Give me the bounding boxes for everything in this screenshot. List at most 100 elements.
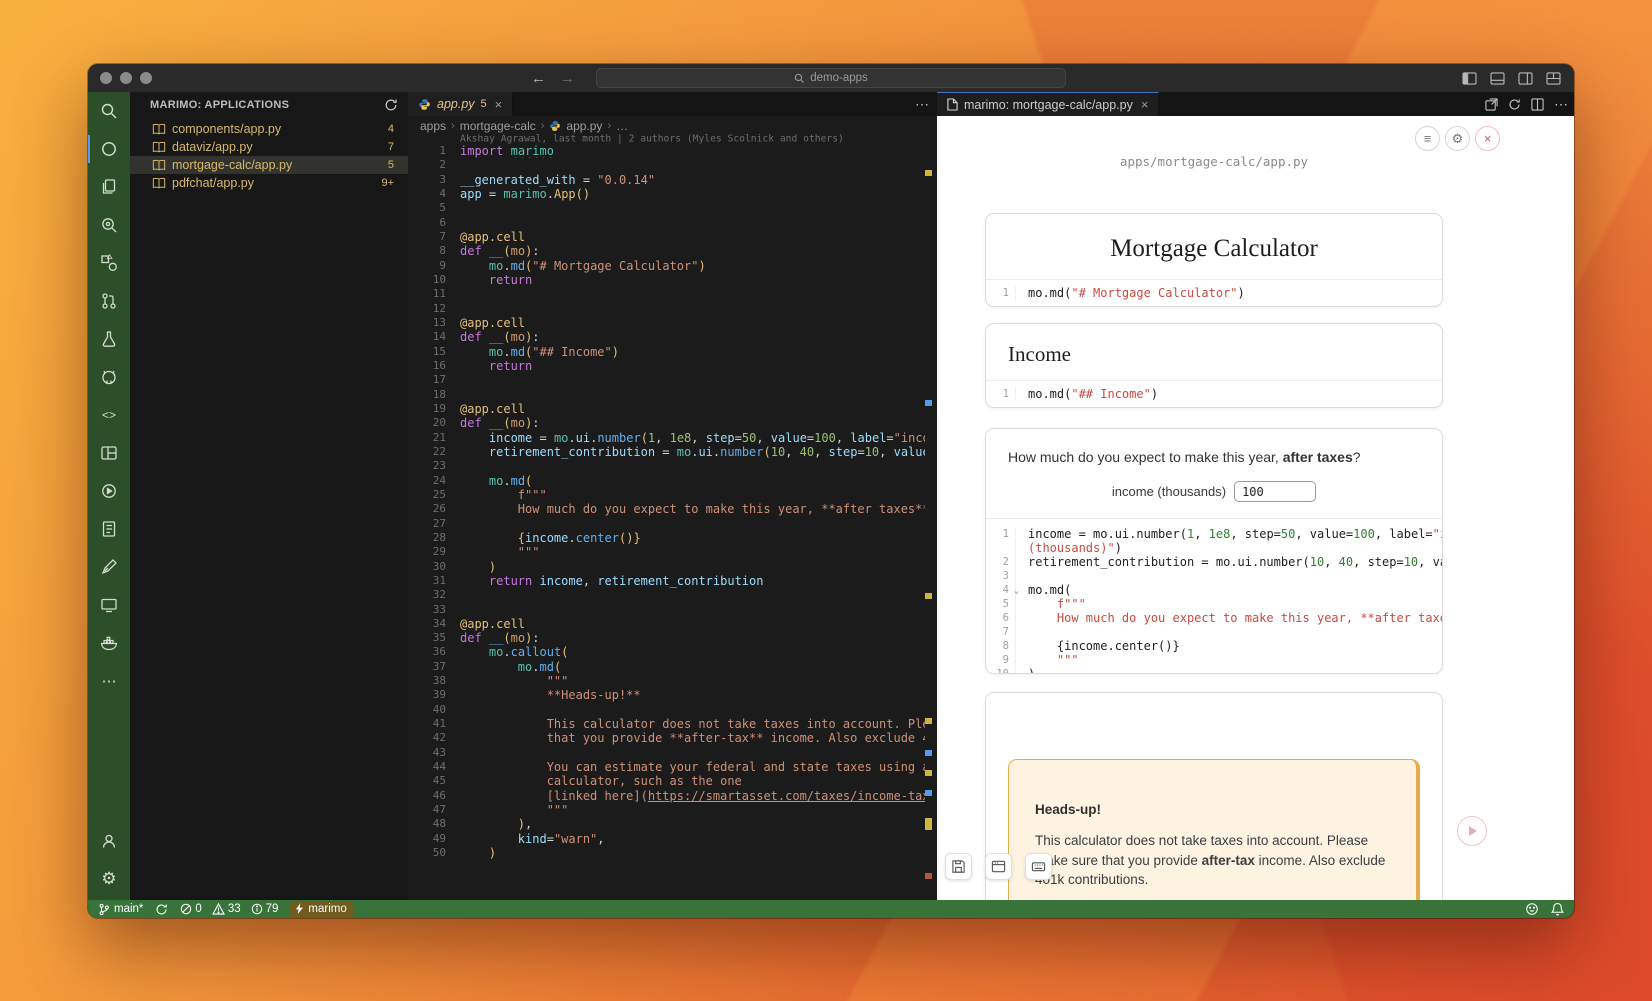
code-editor[interactable]: 1import marimo23__generated_with = "0.0.…	[408, 144, 937, 900]
gear-icon[interactable]: ⚙	[1445, 126, 1470, 151]
sidebar-app-item[interactable]: dataviz/app.py7	[130, 138, 408, 156]
pull-request-icon[interactable]	[88, 282, 130, 320]
feedback-smiley-icon[interactable]	[1525, 902, 1539, 916]
python-icon	[418, 98, 431, 111]
refresh-icon[interactable]	[1508, 98, 1521, 111]
cell-mortgage-calculator: Mortgage Calculator 1mo.md("# Mortgage C…	[985, 213, 1443, 307]
app-file-label: dataviz/app.py	[172, 140, 388, 154]
minimize-window-icon[interactable]	[120, 72, 132, 84]
search-icon[interactable]	[88, 92, 130, 130]
forward-arrow-icon[interactable]: →	[560, 70, 575, 87]
traffic-lights[interactable]	[100, 72, 152, 84]
editor-group-2: marimo: mortgage-calc/app.py × ⋯ ≡ ⚙ × a…	[937, 92, 1574, 900]
cell-code[interactable]: 1income = mo.ui.number(1, 1e8, step=50, …	[986, 518, 1442, 674]
cell-callout: Heads-up! This calculator does not take …	[985, 692, 1443, 900]
breadcrumb-apps[interactable]: apps	[420, 119, 446, 133]
editor-tabbar: app.py 5 × ⋯	[408, 92, 937, 116]
preview-tab-label: marimo: mortgage-calc/app.py	[964, 98, 1133, 112]
toggle-secondary-sidebar-icon[interactable]	[1514, 68, 1536, 88]
more-icon[interactable]: ⋯	[88, 662, 130, 700]
zoom-window-icon[interactable]	[140, 72, 152, 84]
editor-group-1: app.py 5 × ⋯ apps› mortgage-calc› app.py…	[408, 92, 937, 900]
applications-list: components/app.py4dataviz/app.py7mortgag…	[130, 120, 408, 192]
app-cell-count-badge: 9+	[381, 177, 394, 189]
info-icon	[251, 903, 263, 915]
section-title: Income	[986, 324, 1442, 367]
command-center-label: demo-apps	[810, 72, 868, 84]
errors-icon	[180, 903, 192, 915]
keyboard-icon[interactable]	[1025, 853, 1052, 880]
back-arrow-icon[interactable]: ←	[531, 70, 546, 87]
close-tab-icon[interactable]: ×	[495, 97, 503, 112]
menu-icon[interactable]: ≡	[1415, 126, 1440, 151]
callout-heading: Heads-up!	[1035, 802, 1390, 817]
question-text: How much do you expect to make this year…	[986, 429, 1442, 465]
zap-icon	[295, 903, 304, 914]
refresh-icon[interactable]	[384, 98, 398, 112]
tab-marimo-preview[interactable]: marimo: mortgage-calc/app.py ×	[937, 92, 1159, 116]
sidebar-app-item[interactable]: pdfchat/app.py9+	[130, 174, 408, 192]
github-icon[interactable]	[88, 358, 130, 396]
branch-icon	[98, 903, 110, 916]
app-cell-count-badge: 4	[388, 123, 394, 135]
run-cell-icon[interactable]	[1457, 816, 1487, 846]
git-blame-annotation: Akshay Agrawal, last month | 2 authors (…	[460, 133, 844, 144]
git-branch-item[interactable]: main*	[98, 903, 143, 916]
close-tab-icon[interactable]: ×	[1141, 97, 1149, 112]
editor-actions-more-icon[interactable]: ⋯	[915, 96, 929, 113]
preview-icon[interactable]	[88, 206, 130, 244]
notebook-icon[interactable]	[88, 510, 130, 548]
tab-app-py[interactable]: app.py 5 ×	[408, 92, 513, 116]
status-bar: main* 0 33 79 marimo	[88, 900, 1574, 918]
remote-screen-icon[interactable]	[88, 586, 130, 624]
close-window-icon[interactable]	[100, 72, 112, 84]
settings-gear-icon[interactable]: ⚙	[88, 860, 130, 898]
problems-item[interactable]: 0 33 79	[180, 903, 278, 915]
command-center[interactable]: demo-apps	[596, 68, 1066, 88]
errors-count: 0	[195, 903, 201, 915]
sidebar-title: MARIMO: APPLICATIONS	[150, 99, 289, 111]
breadcrumb-folder[interactable]: mortgage-calc	[460, 119, 536, 133]
breadcrumb-file[interactable]: app.py	[566, 119, 602, 133]
docker-icon[interactable]	[88, 624, 130, 662]
warnings-icon	[212, 903, 225, 915]
notebook-file-icon	[152, 159, 166, 171]
close-icon[interactable]: ×	[1475, 126, 1500, 151]
app-file-label: components/app.py	[172, 122, 388, 136]
app-file-label: mortgage-calc/app.py	[172, 158, 388, 172]
account-icon[interactable]	[88, 822, 130, 860]
marimo-icon[interactable]	[88, 130, 130, 168]
fold-chevron-icon: ⌄	[1014, 584, 1019, 598]
split-editor-icon[interactable]	[1531, 98, 1544, 111]
rocket-icon[interactable]	[88, 548, 130, 586]
breadcrumb[interactable]: apps› mortgage-calc› app.py› …	[420, 118, 628, 134]
browser-window-icon[interactable]	[985, 853, 1012, 880]
cell-code[interactable]: 1mo.md("## Income")	[986, 380, 1442, 407]
layout-icon[interactable]	[88, 434, 130, 472]
notifications-bell-icon[interactable]	[1551, 902, 1564, 916]
sync-icon[interactable]	[155, 903, 168, 916]
sidebar: MARIMO: APPLICATIONS components/app.py4d…	[130, 92, 408, 900]
file-icon	[947, 98, 958, 111]
explorer-icon[interactable]	[88, 168, 130, 206]
code-brackets-icon[interactable]: <>	[88, 396, 130, 434]
sidebar-app-item[interactable]: components/app.py4	[130, 120, 408, 138]
more-actions-icon[interactable]: ⋯	[1554, 96, 1568, 113]
open-in-new-icon[interactable]	[1485, 98, 1498, 111]
toggle-panel-icon[interactable]	[1486, 68, 1508, 88]
overview-ruler[interactable]	[923, 144, 935, 900]
customize-layout-icon[interactable]	[1542, 68, 1564, 88]
shapes-icon[interactable]	[88, 244, 130, 282]
sidebar-app-item[interactable]: mortgage-calc/app.py5	[130, 156, 408, 174]
desktop: { "titlebar": { "search_label": "demo-ap…	[0, 0, 1652, 1001]
save-icon[interactable]	[945, 853, 972, 880]
income-input-label: income (thousands)	[1112, 484, 1226, 499]
cell-code[interactable]: 1mo.md("# Mortgage Calculator")	[986, 279, 1442, 306]
run-icon[interactable]	[88, 472, 130, 510]
marimo-status-badge[interactable]: marimo	[290, 902, 353, 917]
breadcrumb-symbol[interactable]: …	[616, 119, 628, 133]
toggle-sidebar-icon[interactable]	[1458, 68, 1480, 88]
income-number-input[interactable]: 100	[1234, 481, 1316, 502]
flask-icon[interactable]	[88, 320, 130, 358]
info-count: 79	[266, 903, 279, 915]
